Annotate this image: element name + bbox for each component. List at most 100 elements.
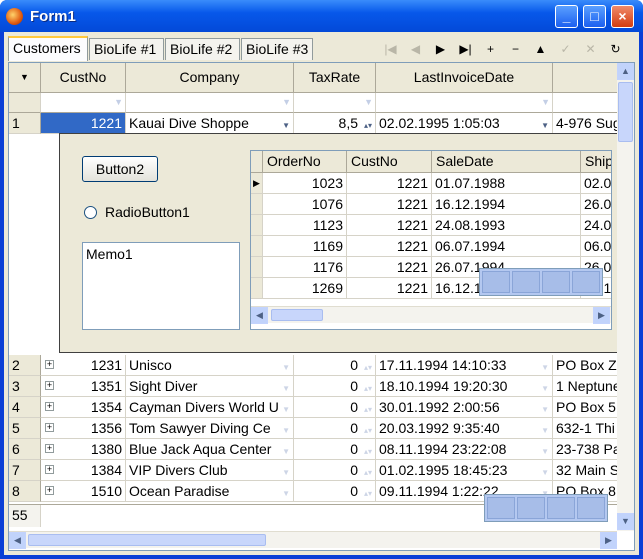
mte-icon[interactable] <box>512 271 540 293</box>
table-row[interactable]: 5 +1356 Tom Sawyer Diving Ce ▼ 0 ▴▾ 20.03.1992… <box>9 418 621 439</box>
first-record-icon[interactable]: |◀ <box>378 38 403 60</box>
subgrid-row[interactable]: 1169 1221 06.07.1994 06.0 <box>251 236 611 257</box>
subgrid-cell[interactable]: 1221 <box>347 173 432 194</box>
delete-record-icon[interactable]: − <box>503 38 528 60</box>
subgrid-cell[interactable]: 1221 <box>347 257 432 278</box>
cell-addr[interactable]: 4-976 Sug <box>553 113 621 134</box>
tab-biolife-3[interactable]: BioLife #3 <box>241 38 313 60</box>
cell-company[interactable]: Blue Jack Aqua Center ▼ <box>126 439 294 460</box>
spin-icon[interactable]: ▴▾ <box>364 116 372 133</box>
subgrid-cell[interactable]: 06.07.1994 <box>432 236 581 257</box>
cell-cust[interactable]: 1356 <box>41 418 126 439</box>
cell-tax[interactable]: 0 ▴▾ <box>294 460 376 481</box>
filter-addr[interactable] <box>553 93 621 113</box>
scroll-right-icon[interactable]: ▶ <box>600 532 617 549</box>
table-row[interactable]: 2 +1231 Unisco ▼ 0 ▴▾ 17.11.1994 14:10:33 ▼ PO B… <box>9 355 621 376</box>
column-header-addr[interactable] <box>553 63 621 93</box>
cell-company[interactable]: Sight Diver ▼ <box>126 376 294 397</box>
cell-company[interactable]: Kauai Dive Shoppe ▼ <box>126 113 294 134</box>
scroll-down-icon[interactable]: ▼ <box>617 513 634 530</box>
minimize-button[interactable]: _ <box>555 5 578 28</box>
cell-date[interactable]: 20.03.1992 9:35:40 ▼ <box>376 418 553 439</box>
orders-subgrid[interactable]: OrderNo CustNo SaleDate Ship ▶ 1023 1221 01… <box>250 150 612 330</box>
dropdown-icon[interactable]: ▼ <box>541 379 549 396</box>
subgrid-row-indicator[interactable] <box>251 215 263 236</box>
subgrid-row-indicator[interactable] <box>251 257 263 278</box>
subgrid-cell[interactable]: 1023 <box>263 173 347 194</box>
dropdown-icon[interactable]: ▼ <box>541 400 549 417</box>
dropdown-icon[interactable]: ▼ <box>282 379 290 396</box>
cell-date[interactable]: 02.02.1995 1:05:03 ▼ <box>376 113 553 134</box>
cell-addr[interactable]: 1 Neptune <box>553 376 621 397</box>
subgrid-row-indicator[interactable] <box>251 236 263 257</box>
row-indicator[interactable]: 3 <box>9 376 41 397</box>
column-header-company[interactable]: Company <box>126 63 294 93</box>
cell-tax[interactable]: 0 ▴▾ <box>294 481 376 502</box>
hscroll-thumb[interactable] <box>28 534 266 546</box>
subgrid-cell[interactable]: 1123 <box>263 215 347 236</box>
row-indicator[interactable]: 5 <box>9 418 41 439</box>
subgrid-header-orderno[interactable]: OrderNo <box>263 151 347 173</box>
prior-record-icon[interactable]: ◀ <box>403 38 428 60</box>
table-row[interactable]: 6 +1380 Blue Jack Aqua Center ▼ 0 ▴▾ 08.11.199… <box>9 439 621 460</box>
spin-icon[interactable]: ▴▾ <box>364 442 372 459</box>
dropdown-icon[interactable]: ▼ <box>282 400 290 417</box>
cell-cust[interactable]: 1354 <box>41 397 126 418</box>
spin-icon[interactable]: ▴▾ <box>364 358 372 375</box>
memo1[interactable]: Memo1 <box>82 242 240 330</box>
cell-addr[interactable]: 32 Main S <box>553 460 621 481</box>
layout-icon[interactable] <box>487 497 515 519</box>
subgrid-header-custno[interactable]: CustNo <box>347 151 432 173</box>
cell-tax[interactable]: 0 ▴▾ <box>294 376 376 397</box>
indicator-header[interactable]: ▼ <box>9 63 41 93</box>
row-indicator[interactable]: 7 <box>9 460 41 481</box>
filter-company[interactable]: ▼ <box>126 93 294 113</box>
filter-lastinvoicedate[interactable]: ▼ <box>376 93 553 113</box>
current-row-icon[interactable]: ▶ <box>251 173 263 194</box>
scroll-thumb[interactable] <box>271 309 323 321</box>
form-icon[interactable] <box>547 497 575 519</box>
table-row[interactable]: 4 +1354 Cayman Divers World U ▼ 0 ▴▾ 30.01.199… <box>9 397 621 418</box>
maximize-button[interactable]: □ <box>583 5 606 28</box>
button2[interactable]: Button2 <box>82 156 158 182</box>
post-record-icon[interactable]: ✓ <box>553 38 578 60</box>
dropdown-icon[interactable]: ▼ <box>541 442 549 459</box>
subgrid-row[interactable]: 1076 1221 16.12.1994 26.0 <box>251 194 611 215</box>
cell-cust[interactable]: 1510 <box>41 481 126 502</box>
cell-cust[interactable]: 1384 <box>41 460 126 481</box>
subgrid-row[interactable]: 1123 1221 24.08.1993 24.0 <box>251 215 611 236</box>
scroll-left-icon[interactable]: ◀ <box>9 532 26 549</box>
filter-custno[interactable]: ▼ <box>41 93 126 113</box>
subgrid-cell[interactable]: 24.08.1993 <box>432 215 581 236</box>
cancel-record-icon[interactable]: ✕ <box>578 38 603 60</box>
row-indicator[interactable]: 6 <box>9 439 41 460</box>
row-indicator[interactable]: 4 <box>9 397 41 418</box>
scroll-left-icon[interactable]: ◀ <box>251 307 268 324</box>
cell-cust[interactable]: 1380 <box>41 439 126 460</box>
layout-icon[interactable] <box>482 271 510 293</box>
customers-grid[interactable]: ▼ CustNo Company TaxRate LastInvoiceDate… <box>8 62 635 551</box>
cell-addr[interactable]: 23-738 Pa <box>553 439 621 460</box>
dropdown-icon[interactable]: ▼ <box>541 463 549 480</box>
cell-company[interactable]: VIP Divers Club ▼ <box>126 460 294 481</box>
table-row[interactable]: 3 +1351 Sight Diver ▼ 0 ▴▾ 18.10.1994 19:20:30… <box>9 376 621 397</box>
cell-cust[interactable]: 1221 <box>41 113 126 134</box>
subgrid-cell[interactable]: 1221 <box>347 194 432 215</box>
table-row[interactable]: 1−1221Kauai Dive Shoppe▼8,5▴▾02.02.1995 … <box>9 113 621 134</box>
subgrid-header-ship[interactable]: Ship <box>581 151 611 173</box>
cell-addr[interactable]: PO Box 5 <box>553 397 621 418</box>
spin-icon[interactable]: ▴▾ <box>364 463 372 480</box>
cell-addr[interactable]: PO Box Z <box>553 355 621 376</box>
subgrid-cell[interactable]: 24.0 <box>581 215 611 236</box>
form-icon[interactable] <box>542 271 570 293</box>
subgrid-cell[interactable]: 06.0 <box>581 236 611 257</box>
next-record-icon[interactable]: ▶ <box>428 38 453 60</box>
cell-tax[interactable]: 0 ▴▾ <box>294 397 376 418</box>
subgrid-cell[interactable]: 1221 <box>347 236 432 257</box>
scroll-right-icon[interactable]: ▶ <box>593 307 610 324</box>
dropdown-icon[interactable]: ▼ <box>541 421 549 438</box>
cell-addr[interactable]: 632-1 Thi <box>553 418 621 439</box>
last-record-icon[interactable]: ▶| <box>453 38 478 60</box>
cell-company[interactable]: Unisco ▼ <box>126 355 294 376</box>
cell-company[interactable]: Tom Sawyer Diving Ce ▼ <box>126 418 294 439</box>
